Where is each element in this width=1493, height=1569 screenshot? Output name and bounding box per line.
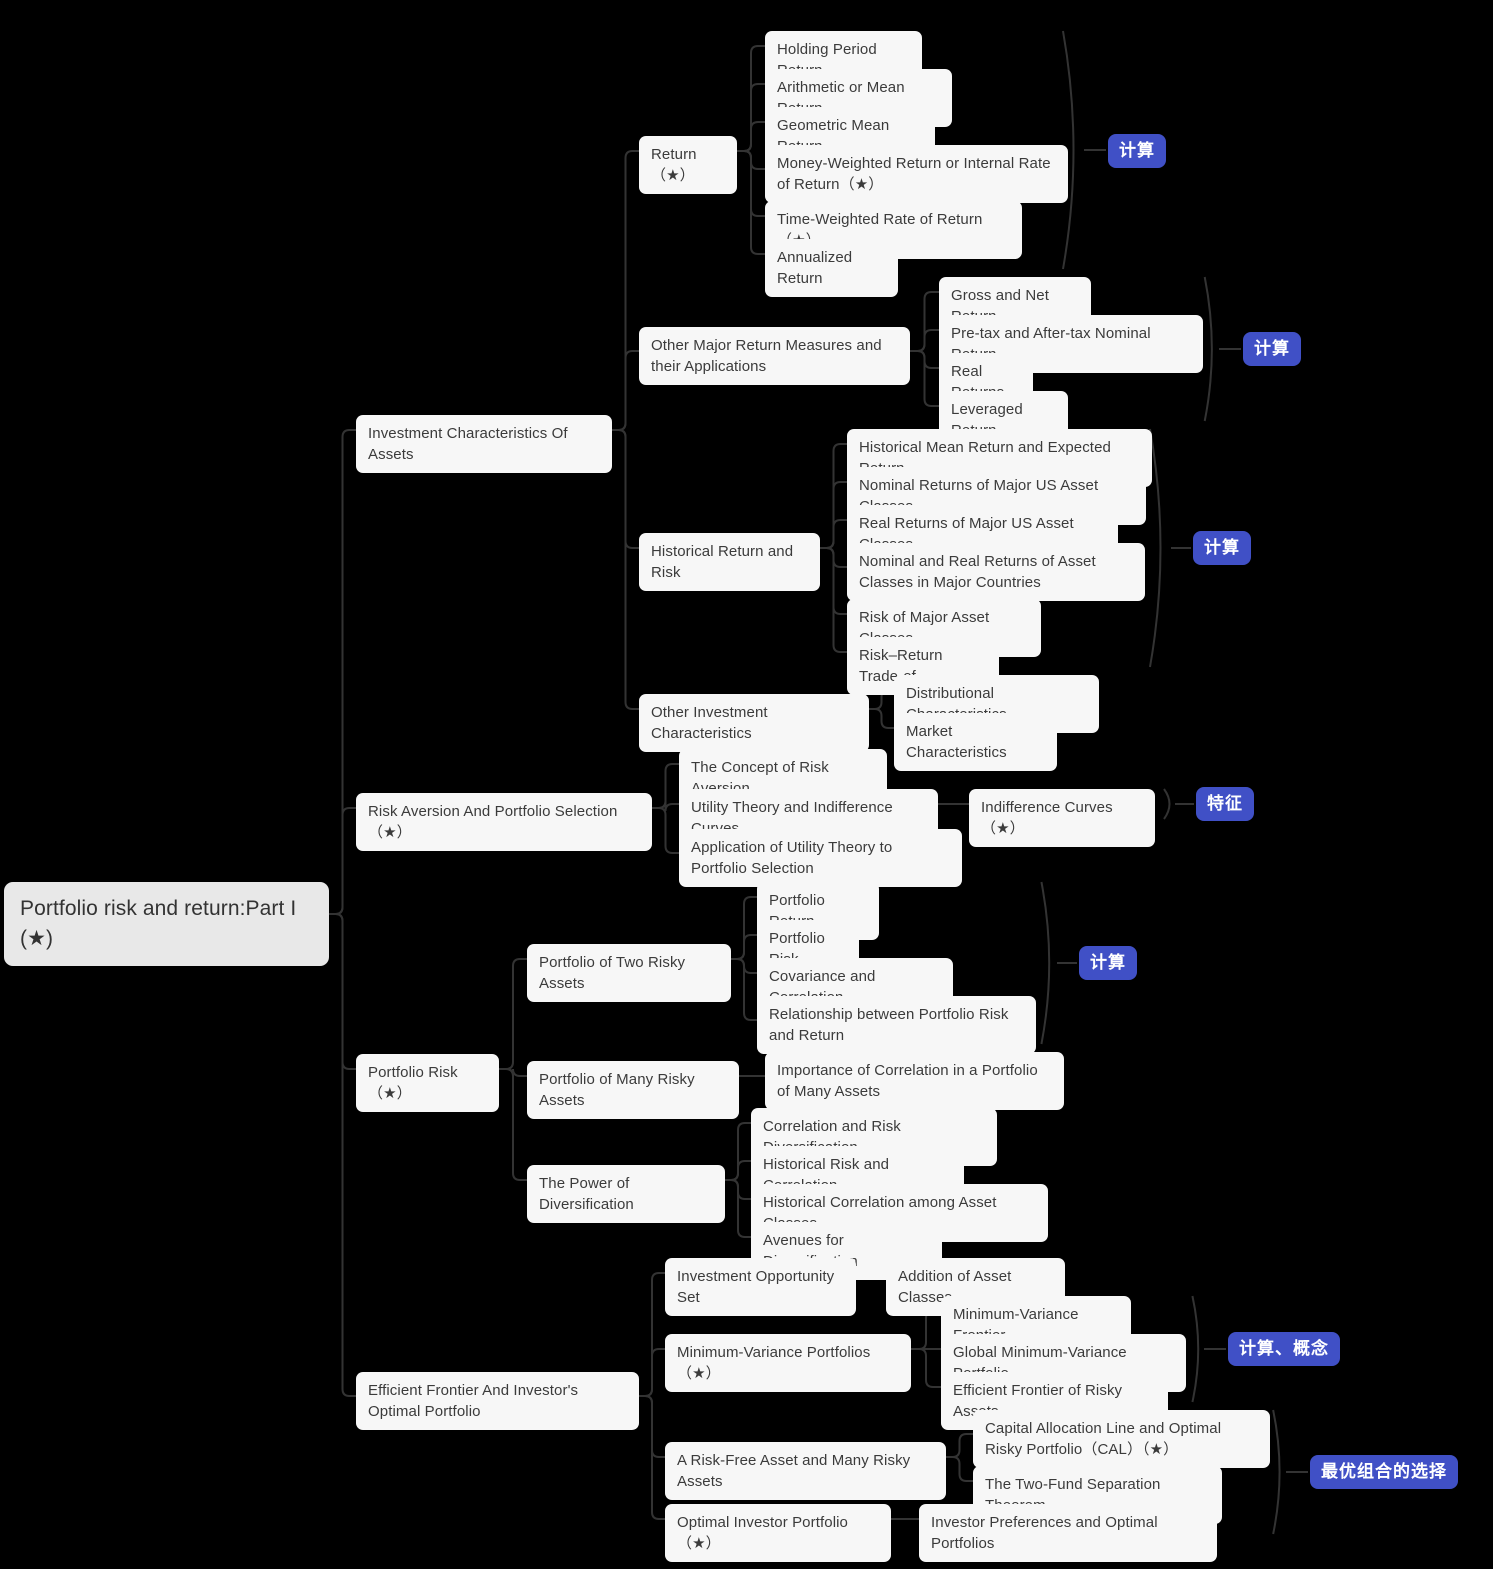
badge-brace — [1272, 1409, 1281, 1535]
node-minimum-variance-portfolios[interactable]: Minimum-Variance Portfolios（★） — [665, 1334, 911, 1392]
link — [651, 800, 680, 812]
link — [730, 958, 758, 974]
leaf-importance-of-correlation[interactable]: Importance of Correlation in a Portfolio… — [765, 1052, 1064, 1110]
link — [945, 1456, 974, 1482]
link — [724, 1122, 752, 1181]
badge-brace — [1191, 1295, 1200, 1403]
link — [819, 547, 848, 653]
link — [819, 443, 848, 549]
badge-risk-aversion-feature[interactable]: 特征 — [1196, 787, 1254, 821]
badge-brace — [1163, 788, 1171, 820]
link — [498, 1068, 528, 1077]
link — [909, 329, 940, 352]
node-portfolio-many-risky-assets[interactable]: Portfolio of Many Risky Assets — [527, 1061, 739, 1119]
leaf-capital-allocation-line[interactable]: Capital Allocation Line and Optimal Risk… — [973, 1410, 1270, 1468]
node-historical-return-and-risk[interactable]: Historical Return and Risk — [639, 533, 820, 591]
mindmap-canvas: Portfolio risk and return:Part I (★) Inve… — [0, 0, 1493, 1569]
node-investment-opportunity-set[interactable]: Investment Opportunity Set — [665, 1258, 856, 1316]
branch-investment-characteristics[interactable]: Investment Characteristics Of Assets — [356, 415, 612, 473]
link — [498, 958, 528, 1070]
link — [819, 547, 848, 615]
badge-minvar-calc-concept[interactable]: 计算、概念 — [1228, 1332, 1340, 1366]
link — [724, 1160, 752, 1181]
link — [328, 913, 357, 1070]
link — [736, 83, 766, 152]
link — [819, 481, 848, 549]
badge-brace — [1203, 276, 1213, 422]
link — [909, 350, 940, 407]
leaf-application-utility-theory[interactable]: Application of Utility Theory to Portfol… — [679, 829, 962, 887]
leaf-annualized-return[interactable]: Annualized Return — [765, 239, 898, 297]
link — [328, 429, 357, 915]
link — [651, 807, 680, 854]
branch-risk-aversion[interactable]: Risk Aversion And Portfolio Selection（★） — [356, 793, 652, 851]
badge-brace — [1040, 881, 1051, 1045]
link — [736, 150, 766, 255]
badge-historical-calc[interactable]: 计算 — [1193, 531, 1251, 565]
branch-efficient-frontier[interactable]: Efficient Frontier And Investor's Optima… — [356, 1372, 639, 1430]
badge-optimal-selection[interactable]: 最优组合的选择 — [1310, 1455, 1458, 1489]
link — [724, 1179, 752, 1200]
link — [611, 429, 640, 549]
link — [638, 1272, 666, 1397]
leaf-market-characteristics[interactable]: Market Characteristics — [894, 713, 1057, 771]
leaf-relationship-risk-return[interactable]: Relationship between Portfolio Risk and … — [757, 996, 1036, 1054]
link — [638, 1395, 666, 1520]
link — [730, 896, 758, 960]
link — [651, 763, 680, 809]
link — [498, 1068, 528, 1181]
badge-other-measures-calc[interactable]: 计算 — [1243, 332, 1301, 366]
link — [638, 1395, 666, 1458]
leaf-indifference-curves[interactable]: Indifference Curves（★） — [969, 789, 1155, 847]
link — [736, 45, 766, 152]
node-other-major-return-measures[interactable]: Other Major Return Measures and their Ap… — [639, 327, 910, 385]
link — [611, 350, 640, 431]
leaf-money-weighted-return[interactable]: Money-Weighted Return or Internal Rate o… — [765, 145, 1068, 203]
link — [910, 1310, 942, 1350]
node-optimal-investor-portfolio[interactable]: Optimal Investor Portfolio（★） — [665, 1504, 891, 1562]
leaf-nominal-real-returns-countries[interactable]: Nominal and Real Returns of Asset Classe… — [847, 543, 1145, 601]
leaf-investor-preferences[interactable]: Investor Preferences and Optimal Portfol… — [919, 1504, 1217, 1562]
link — [909, 350, 940, 369]
link — [945, 1433, 974, 1458]
link — [910, 1348, 942, 1388]
branch-portfolio-risk[interactable]: Portfolio Risk（★） — [356, 1054, 499, 1112]
node-power-of-diversification[interactable]: The Power of Diversification — [527, 1165, 725, 1223]
link — [724, 1179, 752, 1238]
link — [611, 150, 640, 431]
node-risk-free-asset-many-risky[interactable]: A Risk-Free Asset and Many Risky Assets — [665, 1442, 946, 1500]
link — [736, 150, 766, 217]
link — [611, 429, 640, 710]
badge-return-calc[interactable]: 计算 — [1108, 134, 1166, 168]
link — [638, 1348, 666, 1397]
root-node[interactable]: Portfolio risk and return:Part I (★) — [4, 882, 329, 966]
link — [328, 807, 357, 915]
link — [819, 547, 848, 568]
link — [868, 708, 895, 729]
link — [736, 121, 766, 152]
link — [328, 913, 357, 1397]
node-portfolio-two-risky-assets[interactable]: Portfolio of Two Risky Assets — [527, 944, 731, 1002]
node-return[interactable]: Return（★） — [639, 136, 737, 194]
link — [730, 934, 758, 960]
link — [819, 519, 848, 549]
link — [909, 291, 940, 352]
link — [730, 958, 758, 1021]
link — [736, 150, 766, 170]
node-other-investment-characteristics[interactable]: Other Investment Characteristics — [639, 694, 869, 752]
badge-portfolio-two-calc[interactable]: 计算 — [1079, 946, 1137, 980]
